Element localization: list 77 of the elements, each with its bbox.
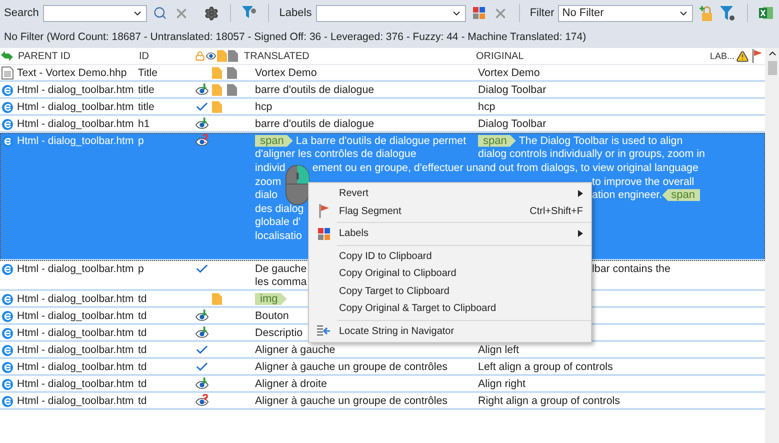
id-cell: td	[138, 377, 147, 392]
cell-text: hcp	[255, 100, 272, 113]
parent-id-cell: Text - Vortex Demo.hhp	[17, 66, 127, 80]
id-cell: p	[138, 262, 144, 276]
cell-text: ation engineer.	[592, 189, 662, 202]
cell-text: Left align a group of controls	[478, 360, 613, 373]
cell-text: Aligner à gauche	[255, 344, 336, 356]
cell-text: La barre d'outils de dialogue permet	[296, 134, 466, 147]
cell-text: Dialog Toolbar	[478, 84, 546, 96]
id-cell: title	[138, 83, 154, 97]
shortcut-text: Ctrl+Shift+F	[530, 206, 583, 217]
cell-text: Aligner à gauche un groupe de contrôles	[255, 360, 448, 373]
cell-text: and out from dialogs, to view original language	[478, 162, 698, 174]
cell-text: ement ou en groupe, d'effectuer un	[312, 162, 478, 174]
cell-text: des dialog	[255, 202, 304, 215]
cell-text: barre d'outils de dialogue	[255, 118, 374, 130]
search-label: Search	[4, 7, 39, 19]
cell-text: Vortex Demo	[478, 66, 540, 79]
parent-id-cell: Html - dialog_toolbar.htm	[17, 360, 134, 374]
parent-id-cell: Html - dialog_toolbar.htm	[17, 262, 134, 276]
parent-id-cell: Html - dialog_toolbar.htm	[17, 83, 134, 97]
id-cell: td	[138, 360, 147, 374]
cell-text: Aligner à gauche un groupe de contrôles	[255, 394, 448, 407]
menu-item-label: Copy Original & Target to Clipboard	[338, 303, 496, 314]
cell-text: zoom	[255, 176, 282, 188]
menu-item-label: Revert	[338, 188, 368, 200]
cell-text: les comma	[255, 276, 307, 288]
parent-id-cell: Html - dialog_toolbar.htm	[17, 326, 134, 340]
cell-text: dialo	[255, 189, 278, 202]
cell-text: Align right	[478, 378, 526, 390]
menu-item-label: Copy ID to Clipboard	[338, 250, 432, 262]
cell-text: individ	[255, 162, 286, 174]
menu-item-label: Flag Segment	[338, 206, 402, 217]
cell-text: The Dialog Toolbar is used to align	[518, 134, 683, 147]
id-cell: p	[138, 134, 144, 148]
id-cell: td	[138, 326, 147, 340]
cell-text: Align left	[478, 344, 519, 356]
id-cell: title	[138, 100, 154, 114]
filter-label: Filter	[530, 7, 554, 19]
menu-item-label: Locate String in Navigator	[338, 326, 454, 337]
id-cell: Title	[138, 66, 158, 80]
parent-id-cell: Html - dialog_toolbar.htm	[17, 343, 134, 358]
tag-marker: span	[662, 189, 700, 202]
parent-id-cell: Html - dialog_toolbar.htm	[17, 377, 134, 392]
cell-text: localisatio	[255, 230, 302, 242]
cell-text: d'aligner les contrôles de dialogue	[255, 148, 416, 160]
id-cell: td	[138, 394, 147, 408]
cell-text: to improve the overall	[592, 176, 694, 188]
cell-text: dialog controls individually or in groups, zoom in	[478, 148, 705, 160]
cell-text: hcp	[478, 100, 496, 113]
cell-text: globale d'	[255, 216, 300, 228]
parent-id-cell: Html - dialog_toolbar.htm	[17, 394, 134, 408]
tag-marker: img	[255, 292, 287, 305]
parent-id-cell: Html - dialog_toolbar.htm	[17, 117, 134, 131]
id-cell: td	[138, 292, 147, 306]
cell-text: Aligner à droite	[255, 378, 327, 390]
parent-id-cell: Html - dialog_toolbar.htm	[17, 292, 134, 306]
cell-text: Dialog Toolbar	[478, 118, 546, 130]
tag-marker: span	[478, 134, 516, 147]
cell-text: Descriptio	[255, 326, 303, 339]
status-text: No Filter (Word Count: 18687 - Untranslated: 18057 - Signed Off: 36 - Leveraged: 376 - Fuzzy: 44 - Machine Translated: 174)	[4, 31, 586, 43]
cell-text: De gauche	[255, 262, 307, 275]
id-cell: h1	[138, 117, 150, 131]
cell-text: Vortex Demo	[255, 66, 317, 79]
menu-item-label: Copy Original to Clipboard	[338, 268, 456, 280]
id-cell: td	[138, 309, 147, 324]
cell-text: lbar contains the	[592, 262, 670, 275]
labels-label: Labels	[279, 7, 312, 19]
cell-text: Right align a group of controls	[478, 394, 620, 407]
tag-marker: span	[255, 134, 293, 147]
cell-text: barre d'outils de dialogue	[255, 84, 374, 96]
id-cell: td	[138, 343, 147, 358]
cell-text: Bouton	[255, 310, 289, 322]
menu-item-label: Labels	[338, 228, 368, 240]
parent-id-cell: Html - dialog_toolbar.htm	[17, 309, 134, 324]
parent-id-cell: Html - dialog_toolbar.htm	[17, 100, 134, 114]
parent-id-cell: Html - dialog_toolbar.htm	[17, 134, 134, 148]
